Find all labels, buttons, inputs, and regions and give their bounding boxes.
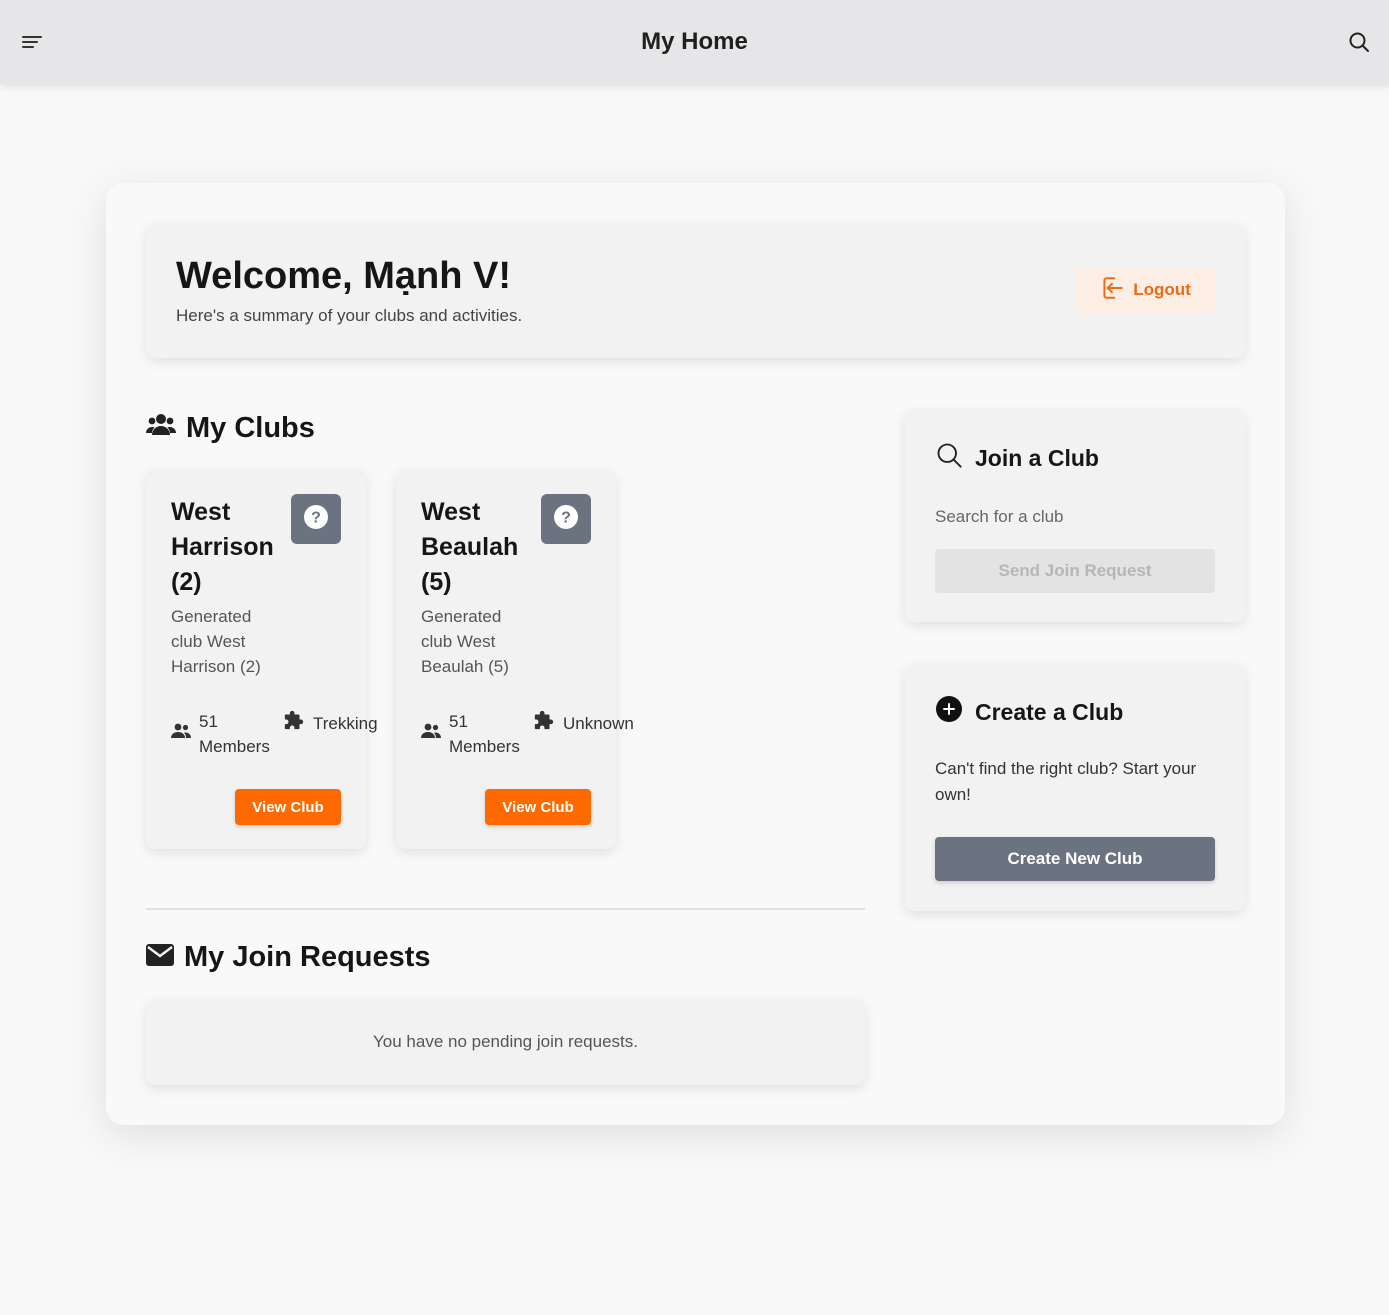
members-text: 51 Members xyxy=(449,709,529,759)
search-icon[interactable] xyxy=(1347,30,1371,54)
club-card: West Harrison (2) ? Generated club West … xyxy=(146,469,378,849)
join-club-title: Join a Club xyxy=(975,444,1099,471)
club-members: 51 Members xyxy=(421,709,529,759)
club-category: Unknown xyxy=(533,709,634,738)
question-icon: ? xyxy=(553,504,579,535)
question-icon: ? xyxy=(303,504,329,535)
join-requests-empty: You have no pending join requests. xyxy=(146,999,865,1085)
view-club-button[interactable]: View Club xyxy=(235,789,341,825)
logout-label: Logout xyxy=(1133,280,1191,299)
club-description: Generated club West Beaulah (5) xyxy=(421,607,509,676)
users-icon xyxy=(146,411,176,445)
category-label: Trekking xyxy=(313,714,378,733)
members-label: Members xyxy=(449,737,520,756)
menu-icon[interactable] xyxy=(20,30,44,54)
send-join-request-button[interactable]: Send Join Request xyxy=(935,549,1215,593)
members-icon xyxy=(171,722,191,747)
join-requests-empty-text: You have no pending join requests. xyxy=(373,1032,638,1051)
create-club-heading: Create a Club xyxy=(935,695,1123,729)
create-club-text: Can't find the right club? Start your ow… xyxy=(935,759,1197,804)
club-search-input[interactable] xyxy=(935,503,1215,531)
welcome-subtitle: Here's a summary of your clubs and activ… xyxy=(176,306,523,325)
club-description: Generated club West Harrison (2) xyxy=(171,607,261,676)
create-club-title: Create a Club xyxy=(975,698,1124,725)
join-club-card: Join a Club Send Join Request xyxy=(905,409,1245,622)
section-divider xyxy=(146,908,865,910)
puzzle-icon xyxy=(533,709,555,738)
plus-circle-icon xyxy=(935,695,963,729)
main-panel: Welcome, Mạnh V! Here's a summary of you… xyxy=(106,183,1285,1125)
my-clubs-title: My Clubs xyxy=(186,411,315,444)
club-members: 51 Members xyxy=(171,709,279,759)
club-name: West Harrison (2) xyxy=(171,498,274,596)
club-card: West Beaulah (5) ? Generated club West B… xyxy=(396,469,634,849)
svg-text:?: ? xyxy=(561,509,571,526)
members-text: 51 Members xyxy=(199,709,279,759)
members-count: 51 xyxy=(199,712,218,731)
join-requests-title: My Join Requests xyxy=(184,941,431,973)
top-app-bar: My Home xyxy=(0,0,1389,84)
members-icon xyxy=(421,722,441,747)
members-count: 51 xyxy=(449,712,468,731)
join-club-heading: Join a Club xyxy=(935,441,1099,475)
welcome-title: Welcome, Mạnh V! xyxy=(176,255,512,297)
category-label: Unknown xyxy=(563,714,634,733)
welcome-card: Welcome, Mạnh V! Here's a summary of you… xyxy=(146,223,1245,358)
svg-text:?: ? xyxy=(311,509,321,526)
view-club-button[interactable]: View Club xyxy=(485,789,591,825)
logout-button[interactable]: Logout xyxy=(1075,267,1215,313)
club-help-button[interactable]: ? xyxy=(291,494,341,544)
envelope-icon xyxy=(146,941,174,974)
my-clubs-heading: My Clubs xyxy=(146,411,315,445)
club-name: West Beaulah (5) xyxy=(421,498,519,596)
page-title: My Home xyxy=(641,28,748,55)
logout-icon xyxy=(1099,275,1125,306)
create-club-card: Create a Club Can't find the right club?… xyxy=(905,663,1245,911)
club-category: Trekking xyxy=(283,709,378,738)
search-icon xyxy=(935,441,963,475)
join-requests-heading: My Join Requests xyxy=(146,941,431,974)
create-new-club-button[interactable]: Create New Club xyxy=(935,837,1215,881)
puzzle-icon xyxy=(283,709,305,738)
club-help-button[interactable]: ? xyxy=(541,494,591,544)
members-label: Members xyxy=(199,737,270,756)
